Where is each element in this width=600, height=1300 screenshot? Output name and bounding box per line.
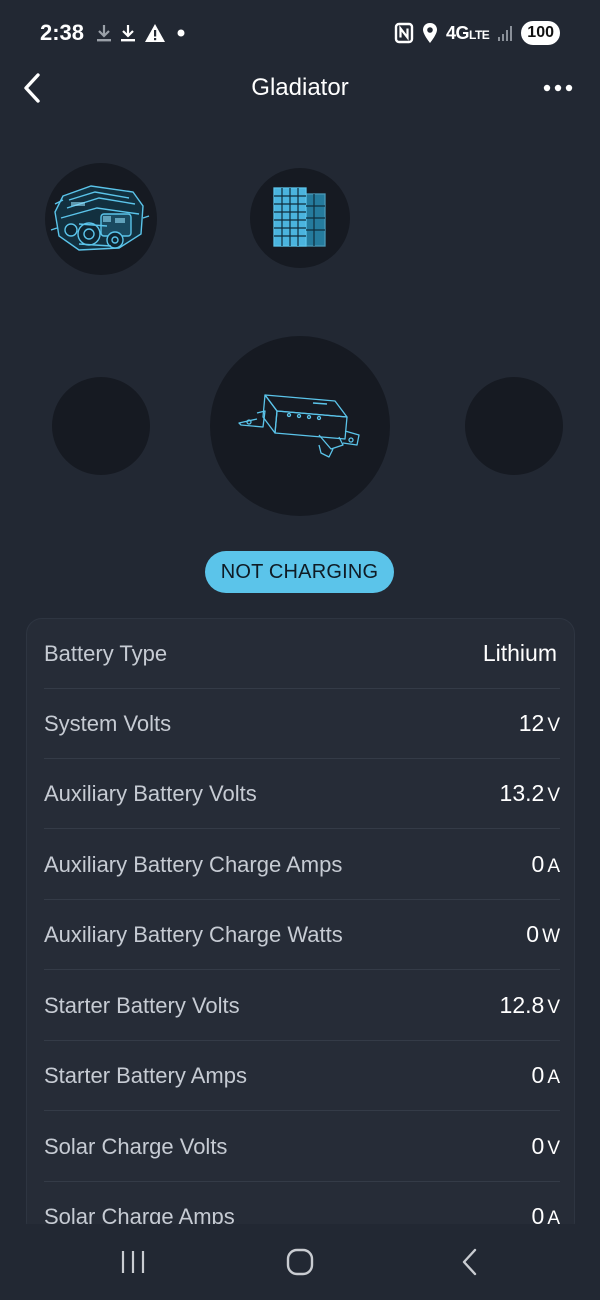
signal-icon bbox=[497, 20, 513, 46]
solar-source[interactable] bbox=[250, 168, 350, 268]
info-row-battery-type: Battery Type Lithium bbox=[44, 619, 560, 689]
status-left-icons bbox=[96, 20, 188, 46]
info-value: 0A bbox=[531, 1062, 560, 1088]
info-value: 12 V bbox=[518, 710, 560, 736]
back-icon bbox=[462, 1248, 477, 1276]
right-source-slot bbox=[465, 377, 563, 475]
info-value: 13.2 V bbox=[499, 780, 560, 806]
status-right: 4GLTE 100 bbox=[394, 20, 560, 46]
left-source-slot bbox=[52, 377, 150, 475]
status-time: 2:38 bbox=[40, 20, 85, 45]
charger-device[interactable] bbox=[210, 336, 390, 516]
info-label: Auxiliary Battery Volts bbox=[44, 781, 257, 806]
download-icon bbox=[120, 20, 136, 46]
info-row-system-volts: System Volts 12 V bbox=[44, 689, 560, 759]
info-row-aux-battery-volts: Auxiliary Battery Volts 13.2 V bbox=[44, 759, 560, 829]
nfc-icon bbox=[394, 20, 414, 46]
system-nav-bar bbox=[0, 1224, 600, 1300]
info-value: Lithium bbox=[482, 640, 557, 666]
info-label: Starter Battery Volts bbox=[44, 993, 240, 1018]
location-icon bbox=[422, 20, 438, 46]
info-value: 0V bbox=[531, 1133, 560, 1159]
engine-icon bbox=[50, 185, 150, 251]
info-row-aux-charge-watts: Auxiliary Battery Charge Watts 0W bbox=[44, 900, 560, 970]
info-label: Auxiliary Battery Charge Watts bbox=[44, 922, 343, 947]
info-value: 12.8 V bbox=[499, 992, 560, 1018]
network-label: 4GLTE bbox=[446, 22, 490, 43]
home-icon bbox=[286, 1248, 314, 1276]
info-row-aux-charge-amps: Auxiliary Battery Charge Amps 0A bbox=[44, 830, 560, 900]
recent-apps-icon bbox=[121, 1251, 145, 1273]
charge-status-badge: NOT CHARGING bbox=[205, 551, 394, 593]
dot-icon bbox=[174, 20, 188, 46]
info-row-starter-battery-volts: Starter Battery Volts 12.8 V bbox=[44, 971, 560, 1041]
page-title: Gladiator bbox=[251, 74, 349, 101]
recent-apps-button[interactable] bbox=[103, 1242, 163, 1282]
charger-device-icon bbox=[238, 394, 360, 458]
battery-info-card: Battery Type Lithium System Volts 12 V Au… bbox=[26, 618, 575, 1238]
home-button[interactable] bbox=[270, 1242, 330, 1282]
info-row-solar-charge-volts: Solar Charge Volts 0V bbox=[44, 1112, 560, 1182]
info-label: Solar Charge Volts bbox=[44, 1134, 228, 1159]
engine-source[interactable] bbox=[45, 163, 157, 275]
system-back-button[interactable] bbox=[440, 1242, 500, 1282]
info-label: Starter Battery Amps bbox=[44, 1063, 247, 1088]
info-label: System Volts bbox=[44, 711, 172, 736]
battery-indicator: 100 bbox=[521, 21, 560, 45]
info-value: 0W bbox=[526, 921, 560, 947]
more-icon bbox=[543, 84, 573, 92]
info-label: Auxiliary Battery Charge Amps bbox=[44, 852, 343, 877]
header: Gladiator bbox=[0, 64, 600, 112]
solar-panel-icon bbox=[273, 187, 326, 247]
screen: 2:38 4GLTE 100 Gladiator NOT CHARGING Ba… bbox=[0, 0, 600, 1300]
more-options-button[interactable] bbox=[540, 72, 576, 104]
info-label: Battery Type bbox=[44, 641, 168, 666]
info-row-starter-battery-amps: Starter Battery Amps 0A bbox=[44, 1041, 560, 1111]
info-value: 0A bbox=[531, 851, 560, 877]
download-icon bbox=[96, 20, 112, 46]
status-bar: 2:38 4GLTE 100 bbox=[0, 0, 600, 64]
warning-icon bbox=[144, 20, 166, 46]
